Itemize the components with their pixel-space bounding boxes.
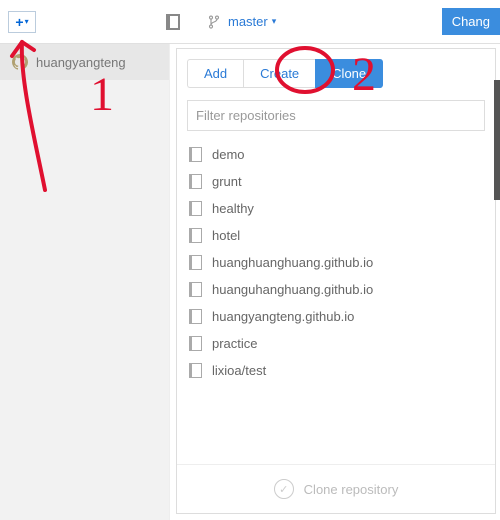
add-repo-button[interactable]: + ▾ — [8, 11, 36, 33]
footer-label: Clone repository — [304, 482, 399, 497]
sidebar-item-label: huangyangteng — [36, 55, 126, 70]
repo-icon — [189, 336, 202, 351]
tab-clone[interactable]: Clone — [315, 59, 383, 88]
github-icon — [12, 54, 28, 70]
repo-name: grunt — [212, 174, 242, 189]
filter-input[interactable] — [187, 100, 485, 131]
repo-icon — [189, 363, 202, 378]
repo-item[interactable]: demo — [187, 141, 485, 168]
chevron-down-icon: ▾ — [25, 17, 29, 26]
repo-name: lixioa/test — [212, 363, 266, 378]
repo-icon — [189, 201, 202, 216]
repo-icon — [189, 147, 202, 162]
sidebar-item-account[interactable]: huangyangteng — [0, 44, 169, 80]
repo-name: demo — [212, 147, 245, 162]
repo-icon — [189, 309, 202, 324]
book-icon — [166, 14, 180, 30]
check-circle-icon: ✓ — [274, 479, 294, 499]
tab-create[interactable]: Create — [243, 59, 315, 88]
scrollbar-stub — [494, 80, 500, 200]
repo-list: demo grunt healthy hotel huanghuanghuang… — [177, 137, 495, 464]
repo-item[interactable]: hotel — [187, 222, 485, 249]
repo-panel: Add Create Clone demo grunt healthy hote… — [176, 48, 496, 514]
clone-footer[interactable]: ✓ Clone repository — [177, 464, 495, 513]
repo-name: huangyangteng.github.io — [212, 309, 354, 324]
repo-item[interactable]: huangyangteng.github.io — [187, 303, 485, 330]
repo-name: practice — [212, 336, 258, 351]
filter-area — [187, 100, 485, 131]
repo-icon — [189, 255, 202, 270]
branch-icon — [208, 14, 220, 30]
repo-icon — [189, 174, 202, 189]
branch-selector[interactable]: master ▾ — [208, 14, 276, 30]
repo-item[interactable]: lixioa/test — [187, 357, 485, 384]
repo-icon — [189, 228, 202, 243]
repo-item[interactable]: practice — [187, 330, 485, 357]
repo-name: healthy — [212, 201, 254, 216]
repo-name: huanguhanghuang.github.io — [212, 282, 373, 297]
branch-name: master — [228, 14, 268, 29]
repo-item[interactable]: huanghuanghuang.github.io — [187, 249, 485, 276]
plus-icon: + — [15, 15, 23, 29]
changes-button[interactable]: Chang — [442, 8, 500, 35]
sidebar: huangyangteng — [0, 44, 170, 520]
repo-name: hotel — [212, 228, 240, 243]
main-area: huangyangteng Add Create Clone demo grun… — [0, 44, 500, 520]
repo-item[interactable]: grunt — [187, 168, 485, 195]
tab-add[interactable]: Add — [187, 59, 243, 88]
repo-item[interactable]: huanguhanghuang.github.io — [187, 276, 485, 303]
repo-item[interactable]: healthy — [187, 195, 485, 222]
repo-icon — [189, 282, 202, 297]
chevron-down-icon: ▾ — [272, 16, 277, 27]
repo-name: huanghuanghuang.github.io — [212, 255, 373, 270]
tab-bar: Add Create Clone — [177, 49, 495, 94]
toolbar: + ▾ master ▾ Chang — [0, 0, 500, 44]
